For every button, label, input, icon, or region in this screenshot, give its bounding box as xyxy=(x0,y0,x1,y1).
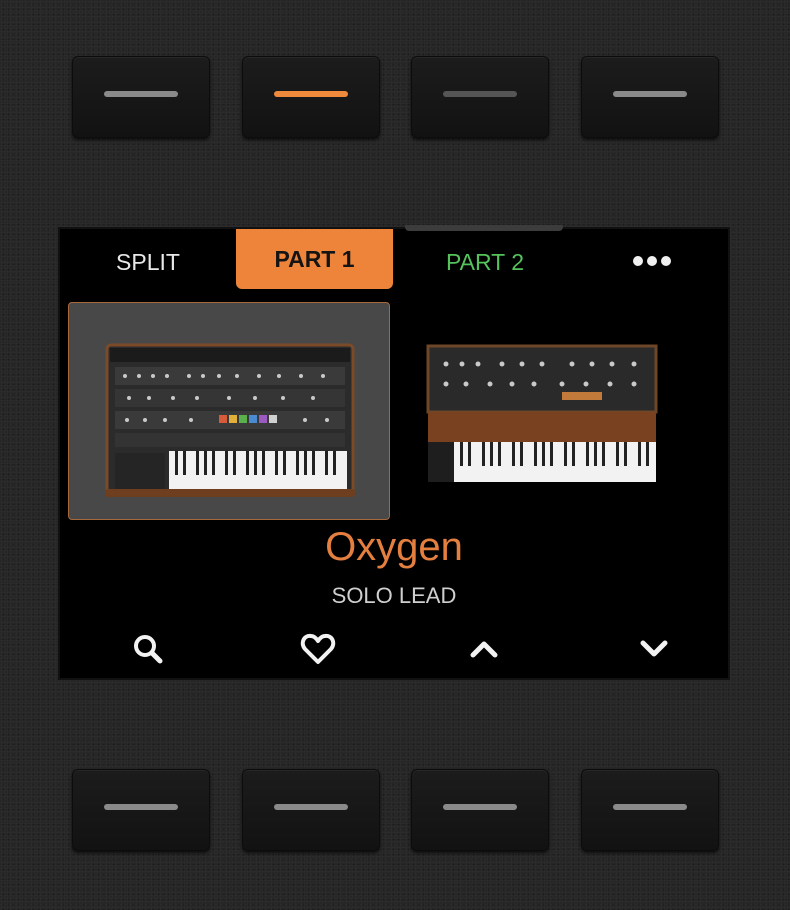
search-icon[interactable] xyxy=(128,629,168,669)
button-led-dim xyxy=(443,91,517,97)
instrument-tile[interactable] xyxy=(402,302,724,520)
bottom-button-4[interactable] xyxy=(581,769,719,851)
heart-icon[interactable] xyxy=(298,629,338,669)
top-button-1[interactable] xyxy=(72,56,210,138)
screen-indicator xyxy=(405,225,563,231)
bottom-button-1[interactable] xyxy=(72,769,210,851)
bottom-button-2[interactable] xyxy=(242,769,380,851)
button-led xyxy=(104,91,178,97)
ellipsis-icon[interactable] xyxy=(630,249,674,273)
tab-part-1[interactable]: PART 1 xyxy=(236,229,393,289)
display-screen: SPLIT PART 1 PART 2 Oxygen SOLO LEAD xyxy=(58,225,730,680)
tab-part-2[interactable]: PART 2 xyxy=(420,235,550,289)
bottom-button-3[interactable] xyxy=(411,769,549,851)
button-led xyxy=(274,804,348,810)
button-led xyxy=(443,804,517,810)
top-button-3[interactable] xyxy=(411,56,549,138)
tab-split[interactable]: SPLIT xyxy=(98,235,198,289)
button-led-active xyxy=(274,91,348,97)
button-led xyxy=(613,804,687,810)
poly-synth-keyboard-image xyxy=(105,343,355,497)
patch-name: Oxygen xyxy=(325,525,463,569)
button-led xyxy=(613,91,687,97)
button-led xyxy=(104,804,178,810)
top-button-4[interactable] xyxy=(581,56,719,138)
chevron-up-icon[interactable] xyxy=(464,629,504,669)
top-button-2[interactable] xyxy=(242,56,380,138)
mono-synth-keyboard-image xyxy=(426,344,658,482)
chevron-down-icon[interactable] xyxy=(634,629,674,669)
patch-category: SOLO LEAD xyxy=(331,583,457,608)
instrument-tile-selected[interactable] xyxy=(68,302,390,520)
